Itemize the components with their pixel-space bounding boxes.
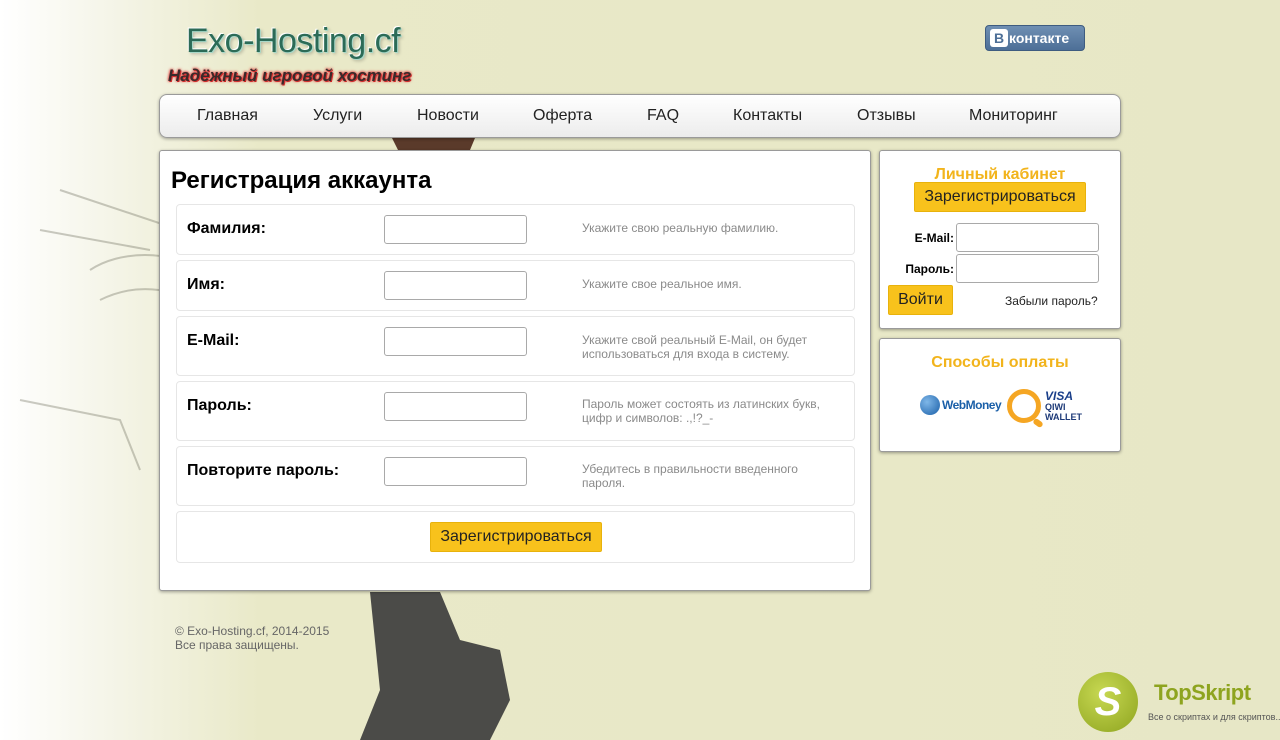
form-row-password-repeat: Повторите пароль: Убедитесь в правильнос…	[176, 446, 855, 506]
firstname-input[interactable]	[384, 271, 527, 300]
registration-panel: Регистрация аккаунта Фамилия: Укажите св…	[159, 150, 871, 591]
footer-copyright: © Exo-Hosting.cf, 2014-2015	[175, 624, 330, 638]
topskript-logo-icon: S	[1078, 672, 1138, 732]
webmoney-logo[interactable]: WebMoney	[920, 395, 1002, 415]
form-row-email: E-Mail: Укажите свой реальный E-Mail, он…	[176, 316, 855, 376]
footer-rights: Все права защищены.	[175, 638, 299, 652]
site-logo-title[interactable]: Exo-Hosting.cf	[186, 22, 401, 61]
nav-item-contacts[interactable]: Контакты	[733, 107, 802, 125]
main-navigation: Главная Услуги Новости Оферта FAQ Контак…	[159, 94, 1121, 138]
login-password-input[interactable]	[956, 254, 1099, 283]
firstname-label: Имя:	[187, 276, 225, 293]
vkontakte-button[interactable]: В контакте	[985, 25, 1085, 51]
email-hint: Укажите свой реальный E-Mail, он будет и…	[582, 333, 808, 361]
topskript-name: TopSkript	[1154, 680, 1251, 705]
payment-title: Способы оплаты	[931, 354, 1069, 371]
nav-item-monitoring[interactable]: Мониторинг	[969, 107, 1058, 125]
nav-item-home[interactable]: Главная	[197, 107, 258, 125]
nav-item-news[interactable]: Новости	[417, 107, 479, 125]
forgot-password-link[interactable]: Забыли пароль?	[1005, 294, 1098, 308]
webmoney-globe-icon	[920, 395, 940, 415]
form-row-firstname: Имя: Укажите свое реальное имя.	[176, 260, 855, 311]
qiwi-line2: WALLET	[1045, 411, 1082, 422]
lastname-hint: Укажите свою реальную фамилию.	[582, 221, 779, 235]
register-submit-button[interactable]: Зарегистрироваться	[430, 522, 602, 552]
login-email-label: E-Mail:	[914, 231, 954, 245]
page-title: Регистрация аккаунта	[171, 167, 432, 194]
qiwi-visa-logo[interactable]: VISA QIWI WALLET	[1007, 389, 1082, 423]
lastname-input[interactable]	[384, 215, 527, 244]
account-register-button[interactable]: Зарегистрироваться	[914, 182, 1086, 212]
qiwi-label: VISA QIWI WALLET	[1045, 388, 1082, 422]
nav-item-reviews[interactable]: Отзывы	[857, 107, 916, 125]
password-input[interactable]	[384, 392, 527, 421]
topskript-tagline: Все о скриптах и для скриптов...	[1148, 712, 1280, 722]
nav-item-faq[interactable]: FAQ	[647, 107, 679, 125]
vk-label: контакте	[1009, 30, 1070, 46]
login-email-input[interactable]	[956, 223, 1099, 252]
page-footer: © Exo-Hosting.cf, 2014-2015 Все права за…	[175, 624, 329, 652]
topskript-watermark: S TopSkript Все о скриптах и для скрипто…	[1078, 672, 1280, 736]
form-row-submit: Зарегистрироваться	[176, 511, 855, 563]
password-hint: Пароль может состоять из латинских букв,…	[582, 397, 820, 425]
nav-item-offer[interactable]: Оферта	[533, 107, 592, 125]
account-panel: Личный кабинет Зарегистрироваться E-Mail…	[879, 150, 1121, 329]
webmoney-label: WebMoney	[942, 398, 1002, 412]
login-button[interactable]: Войти	[888, 285, 953, 315]
nav-item-services[interactable]: Услуги	[313, 107, 362, 125]
firstname-hint: Укажите свое реальное имя.	[582, 277, 742, 291]
password-repeat-hint: Убедитесь в правильности введенного паро…	[582, 462, 798, 490]
vk-logo-icon: В	[990, 29, 1008, 47]
password-label: Пароль:	[187, 397, 252, 414]
lastname-label: Фамилия:	[187, 220, 266, 237]
qiwi-icon	[1007, 389, 1041, 423]
qiwi-visa-text: VISA	[1045, 388, 1074, 403]
login-password-label: Пароль:	[905, 262, 954, 276]
qiwi-line1: QIWI	[1045, 401, 1066, 412]
password-repeat-label: Повторите пароль:	[187, 462, 340, 479]
site-logo-subtitle: Надёжный игровой хостинг	[168, 66, 412, 85]
email-input[interactable]	[384, 327, 527, 356]
password-repeat-input[interactable]	[384, 457, 527, 486]
form-row-lastname: Фамилия: Укажите свою реальную фамилию.	[176, 204, 855, 255]
payment-methods-panel: Способы оплаты WebMoney VISA QIWI WALLET	[879, 338, 1121, 452]
email-label: E-Mail:	[187, 332, 240, 349]
form-row-password: Пароль: Пароль может состоять из латинск…	[176, 381, 855, 441]
